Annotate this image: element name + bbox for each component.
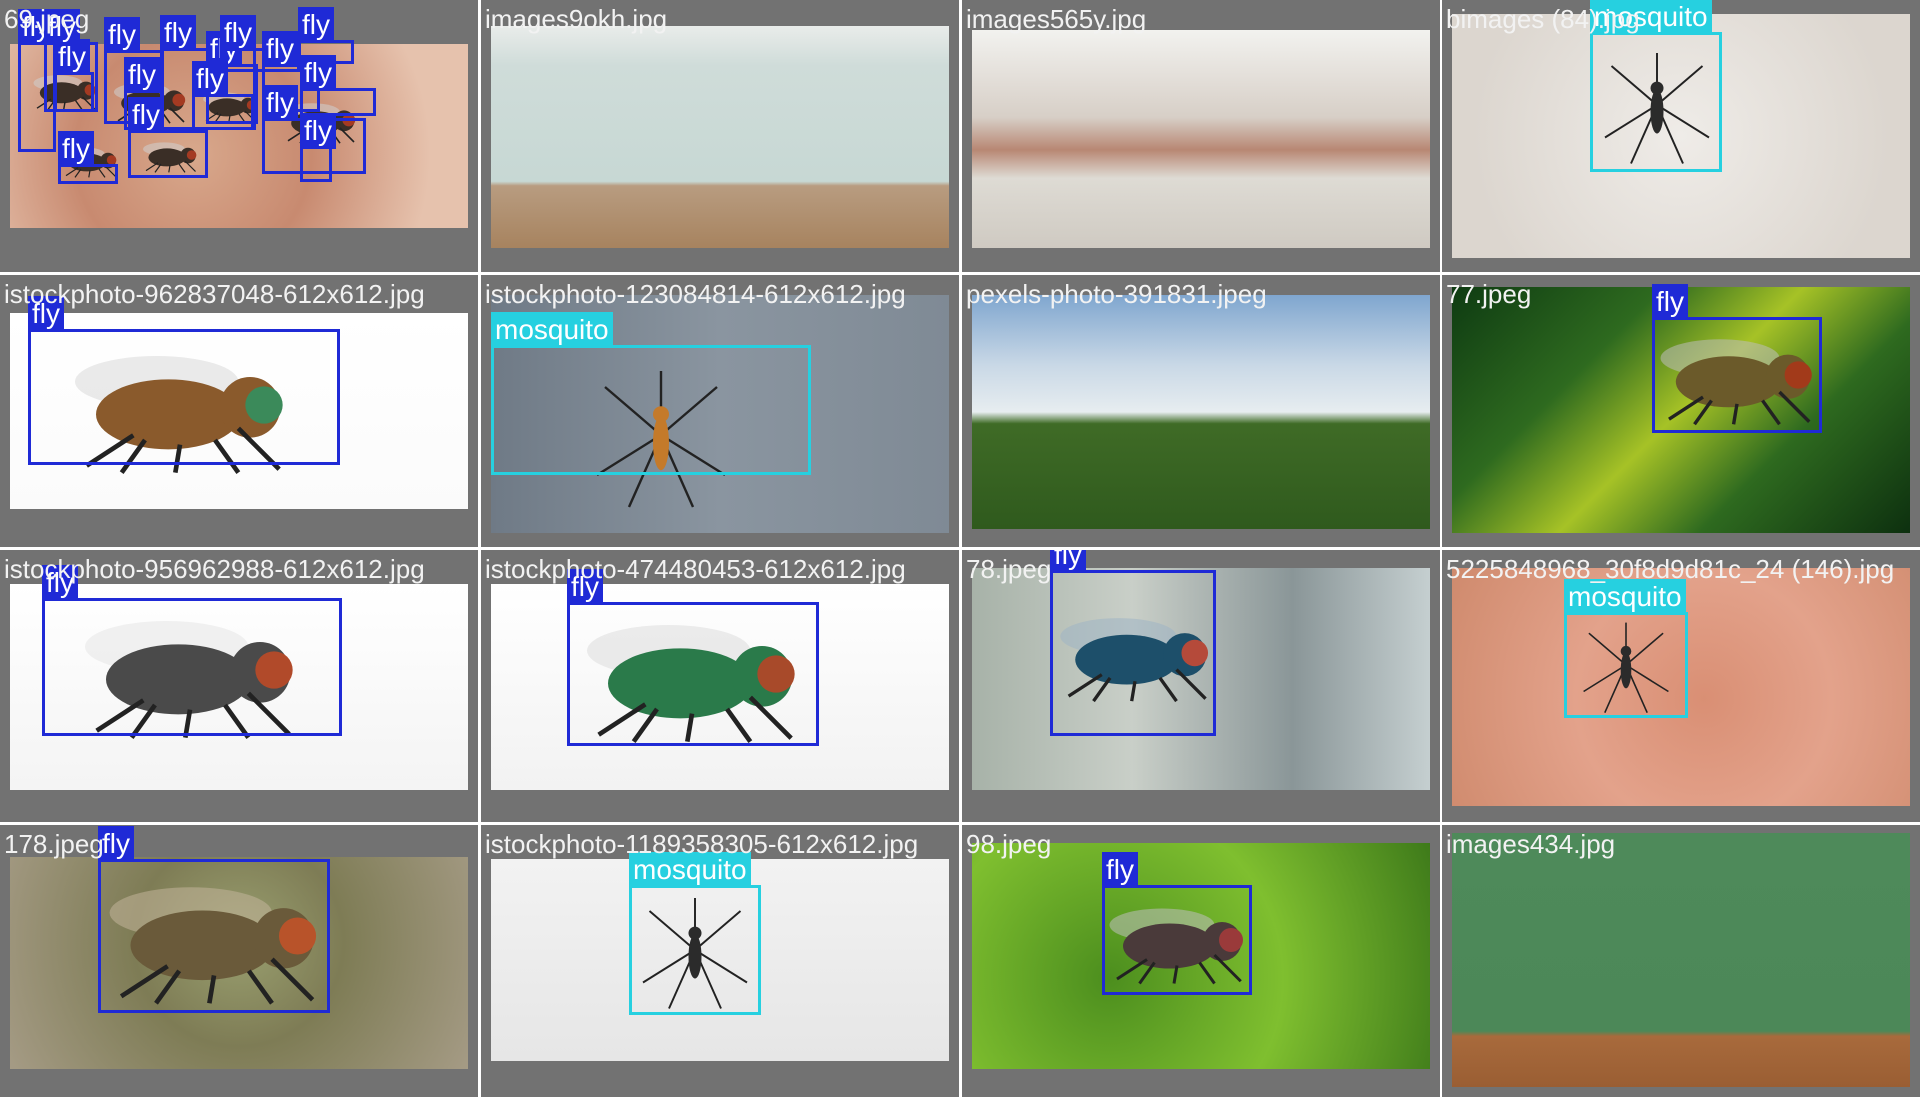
detection-label: fly	[1050, 550, 1086, 573]
image-tile[interactable]: istockphoto-1189358305-612x612.jpg mosqui…	[481, 825, 959, 1097]
tile-filename: 69.jpeg	[4, 4, 90, 34]
detection-label: fly	[128, 97, 164, 133]
image-tile[interactable]: 178.jpeg fly	[0, 825, 478, 1097]
detection-box[interactable]: mosquito	[1564, 579, 1688, 718]
detection-label: fly	[220, 15, 256, 51]
detection-box[interactable]: fly	[1102, 852, 1252, 995]
detection-label: mosquito	[1564, 579, 1686, 615]
detection-box[interactable]: mosquito	[491, 312, 811, 475]
image-tile[interactable]: bimages (84).jpg mosquito	[1442, 0, 1920, 272]
detection-box[interactable]: fly	[128, 97, 208, 178]
image-tile[interactable]: 98.jpeg fly	[962, 825, 1440, 1097]
tile-photo	[491, 26, 949, 248]
detection-box[interactable]: fly	[1050, 550, 1216, 736]
image-tile[interactable]: 78.jpeg fly	[962, 550, 1440, 822]
tile-filename: images565y.jpg	[966, 4, 1147, 34]
detection-box[interactable]: fly	[58, 131, 118, 184]
image-tile[interactable]: istockphoto-474480453-612x612.jpg fly	[481, 550, 959, 822]
detection-mosaic: 69.jpeg fly fly fly fly fly fly fly fly fly fly fly…	[0, 0, 1920, 1100]
detection-box[interactable]: mosquito	[1590, 0, 1722, 172]
detection-label: mosquito	[491, 312, 613, 348]
tile-photo	[1452, 833, 1910, 1087]
tile-filename: istockphoto-1189358305-612x612.jpg	[485, 829, 919, 859]
detection-box[interactable]: fly	[300, 113, 336, 182]
tile-filename: istockphoto-962837048-612x612.jpg	[4, 279, 425, 309]
tile-filename: istockphoto-123084814-612x612.jpg	[485, 279, 906, 309]
tile-filename: bimages (84).jpg	[1446, 4, 1640, 34]
tile-filename: 98.jpeg	[966, 829, 1052, 859]
image-tile[interactable]: 5225848968_30f8d9d81c_24 (146).jpg mosqui…	[1442, 550, 1920, 822]
tile-filename: istockphoto-474480453-612x612.jpg	[485, 554, 906, 584]
detection-label: fly	[262, 31, 298, 67]
tile-photo	[972, 30, 1430, 248]
detection-label: fly	[124, 57, 160, 93]
image-tile[interactable]: images565y.jpg	[962, 0, 1440, 272]
detection-box[interactable]: fly	[44, 9, 98, 112]
detection-box[interactable]: fly	[42, 565, 342, 736]
tile-filename: istockphoto-956962988-612x612.jpg	[4, 554, 425, 584]
image-tile[interactable]: images434.jpg	[1442, 825, 1920, 1097]
detection-box[interactable]: fly	[28, 296, 340, 465]
image-tile[interactable]: images9okh.jpg	[481, 0, 959, 272]
detection-box[interactable]: fly	[98, 826, 330, 1013]
image-tile[interactable]: istockphoto-962837048-612x612.jpg fly	[0, 275, 478, 547]
detection-label: fly	[160, 15, 196, 51]
image-tile[interactable]: istockphoto-123084814-612x612.jpg mosquit…	[481, 275, 959, 547]
detection-label: fly	[58, 131, 94, 167]
tile-filename: images9okh.jpg	[485, 4, 668, 34]
detection-label: fly	[262, 85, 298, 121]
tile-filename: 77.jpeg	[1446, 279, 1532, 309]
detection-box[interactable]: fly	[192, 61, 254, 130]
tile-filename: pexels-photo-391831.jpeg	[966, 279, 1267, 309]
detection-label: fly	[104, 17, 140, 53]
image-tile[interactable]: istockphoto-956962988-612x612.jpg fly	[0, 550, 478, 822]
tile-filename: 78.jpeg	[966, 554, 1052, 584]
tile-filename: images434.jpg	[1446, 829, 1616, 859]
detection-label: fly	[298, 7, 334, 43]
tile-filename: 5225848968_30f8d9d81c_24 (146).jpg	[1446, 554, 1895, 584]
image-tile[interactable]: 69.jpeg fly fly fly fly fly fly fly fly fly fly fly…	[0, 0, 478, 272]
detection-box[interactable]: fly	[300, 55, 376, 116]
tile-filename: 178.jpeg	[4, 829, 104, 859]
image-tile[interactable]: 77.jpeg fly	[1442, 275, 1920, 547]
image-tile[interactable]: pexels-photo-391831.jpeg	[962, 275, 1440, 547]
detection-box[interactable]: fly	[1652, 284, 1822, 433]
detection-box[interactable]: fly	[567, 569, 819, 746]
detection-label: fly	[1652, 284, 1688, 320]
detection-label: fly	[300, 55, 336, 91]
detection-label: fly	[300, 113, 336, 149]
detection-box[interactable]: mosquito	[629, 852, 761, 1015]
detection-label: fly	[1102, 852, 1138, 888]
tile-photo	[972, 295, 1430, 529]
